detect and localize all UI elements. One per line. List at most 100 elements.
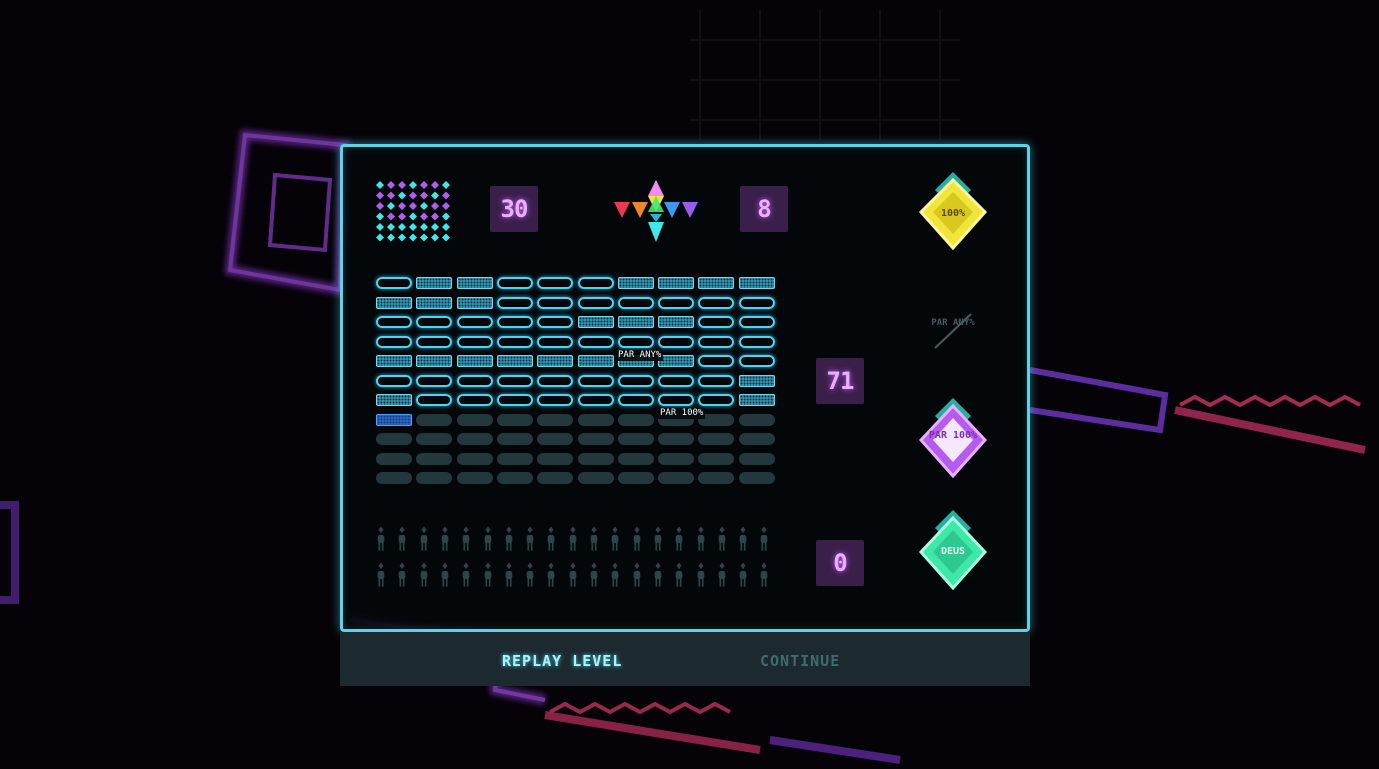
block-cell (617, 277, 654, 289)
diamond-grid-cell (387, 191, 395, 200)
diamond-grid-cell (409, 223, 417, 231)
death-figure-icon (633, 562, 640, 587)
diamond-grid-cell (398, 223, 406, 231)
block-cell (617, 452, 654, 465)
block-cell (617, 316, 654, 328)
diamond-grid-cell (398, 202, 406, 210)
block-cell (738, 433, 775, 445)
block-cell (617, 394, 654, 406)
block-cell (698, 335, 735, 348)
block-cell (738, 374, 775, 387)
replay-level-button[interactable]: REPLAY LEVEL (502, 652, 622, 670)
block-cell (537, 394, 574, 406)
block-cell (416, 296, 453, 309)
block-cell (496, 472, 533, 484)
diamond-grid-cell (442, 212, 450, 221)
block-cell (537, 452, 574, 465)
block-cell (658, 296, 695, 309)
diamond-grid-cell (376, 212, 384, 221)
block-cell (456, 355, 493, 367)
block-cell (577, 374, 614, 387)
death-figure-icon (505, 526, 513, 551)
block-cell (738, 316, 775, 328)
diamond-grid-cell (387, 202, 395, 210)
block-cell (376, 413, 412, 426)
block-cell (698, 316, 735, 328)
death-figure-icon (377, 526, 385, 551)
blocks-counter: 71 (816, 358, 864, 404)
block-cell (698, 277, 735, 289)
award-100-label: 100% (940, 208, 966, 219)
award-par-100-badge: PAR 100% (913, 398, 993, 488)
block-cell (376, 433, 412, 445)
block-cell (577, 355, 614, 367)
block-cell (658, 374, 695, 387)
diamond-grid-cell (420, 191, 428, 200)
block-cell (537, 413, 574, 426)
block-cell (416, 316, 453, 328)
collectibles-counter: 30 (490, 186, 538, 232)
block-cell (496, 433, 533, 445)
block-cell (537, 316, 574, 328)
death-figure-icon (611, 526, 619, 551)
diamond-grid-cell (431, 191, 439, 200)
diamond-grid-cell (420, 212, 428, 221)
block-cell (698, 452, 735, 465)
diamond-grid-cell (409, 202, 417, 210)
death-figure-icon (697, 562, 704, 587)
death-figure-icon (548, 526, 555, 551)
block-cell (577, 433, 614, 445)
diamond-grid-cell (398, 191, 406, 200)
block-cell (496, 452, 533, 465)
death-figure-icon (441, 526, 449, 551)
block-cell (698, 374, 735, 387)
death-figure-icon (420, 562, 427, 587)
continue-button[interactable]: CONTINUE (760, 652, 840, 670)
diamond-grid-cell (420, 223, 428, 231)
block-cell (537, 355, 574, 367)
death-figure-icon (569, 562, 577, 587)
block-cell (456, 394, 493, 406)
diamond-grid-cell (398, 233, 406, 242)
block-cell (456, 277, 493, 289)
diamond-grid-cell (431, 181, 439, 189)
block-cell (456, 452, 493, 465)
block-cell (658, 355, 695, 367)
block-cell (416, 355, 453, 367)
block-cell (456, 374, 493, 387)
block-cell (577, 316, 614, 328)
diamond-grid-cell (387, 181, 395, 189)
block-cell (496, 277, 533, 289)
death-figure-icon (441, 562, 449, 587)
block-cell (416, 472, 453, 484)
death-figure-icon (462, 562, 470, 587)
block-cell (738, 335, 775, 348)
block-cell (617, 335, 654, 348)
block-cell (376, 296, 412, 309)
award-deus-label: DEUS (940, 546, 966, 557)
diamond-grid-cell (376, 233, 384, 242)
block-cell (617, 413, 654, 426)
prisms-counter: 8 (740, 186, 788, 232)
death-figure-icon (654, 526, 662, 551)
block-cell (456, 433, 493, 445)
block-cell (376, 277, 412, 289)
block-cell (376, 452, 412, 465)
block-cell (577, 413, 614, 426)
block-cell (617, 374, 654, 387)
block-cell (496, 413, 533, 426)
diamond-grid-cell (387, 223, 395, 231)
block-cell (376, 355, 412, 367)
death-figure-icon (718, 562, 726, 587)
block-cell (496, 355, 533, 367)
block-cell (738, 296, 775, 309)
block-cell (698, 296, 735, 309)
diamond-grid-cell (409, 191, 417, 200)
death-figure-icon (675, 526, 683, 551)
death-figure-icon (420, 526, 427, 551)
death-figure-icon (590, 562, 598, 587)
block-cell (738, 355, 775, 367)
block-cell (658, 316, 695, 328)
diamond-grid-cell (431, 212, 439, 221)
death-figure-icon (697, 526, 704, 551)
